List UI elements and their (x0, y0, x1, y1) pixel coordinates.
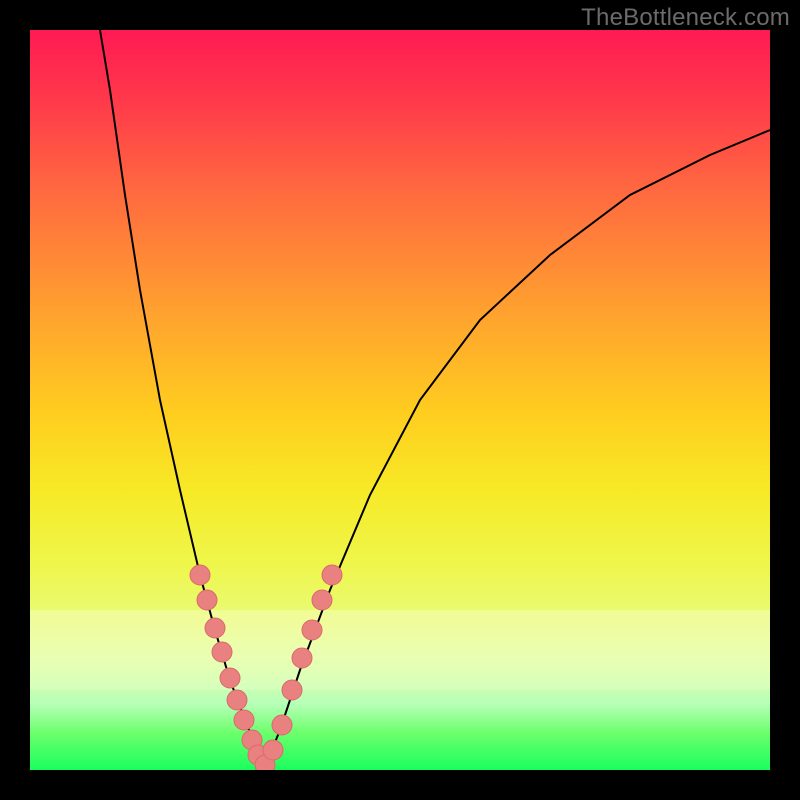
curve-marker (227, 690, 247, 710)
chart-frame (30, 30, 770, 770)
curve-marker (220, 668, 240, 688)
curve-marker (292, 648, 312, 668)
curve-marker (234, 710, 254, 730)
curve-marker (272, 715, 292, 735)
curve-marker (282, 680, 302, 700)
curve-marker (312, 590, 332, 610)
curve-right-branch (265, 130, 770, 767)
marker-layer (190, 565, 342, 770)
curve-marker (190, 565, 210, 585)
curve-marker (205, 618, 225, 638)
curve-marker (263, 740, 283, 760)
curve-marker (322, 565, 342, 585)
curve-marker (197, 590, 217, 610)
chart-svg (30, 30, 770, 770)
curve-marker (212, 642, 232, 662)
curve-marker (302, 620, 322, 640)
watermark-text: TheBottleneck.com (581, 4, 790, 32)
curve-left-branch (100, 30, 265, 767)
